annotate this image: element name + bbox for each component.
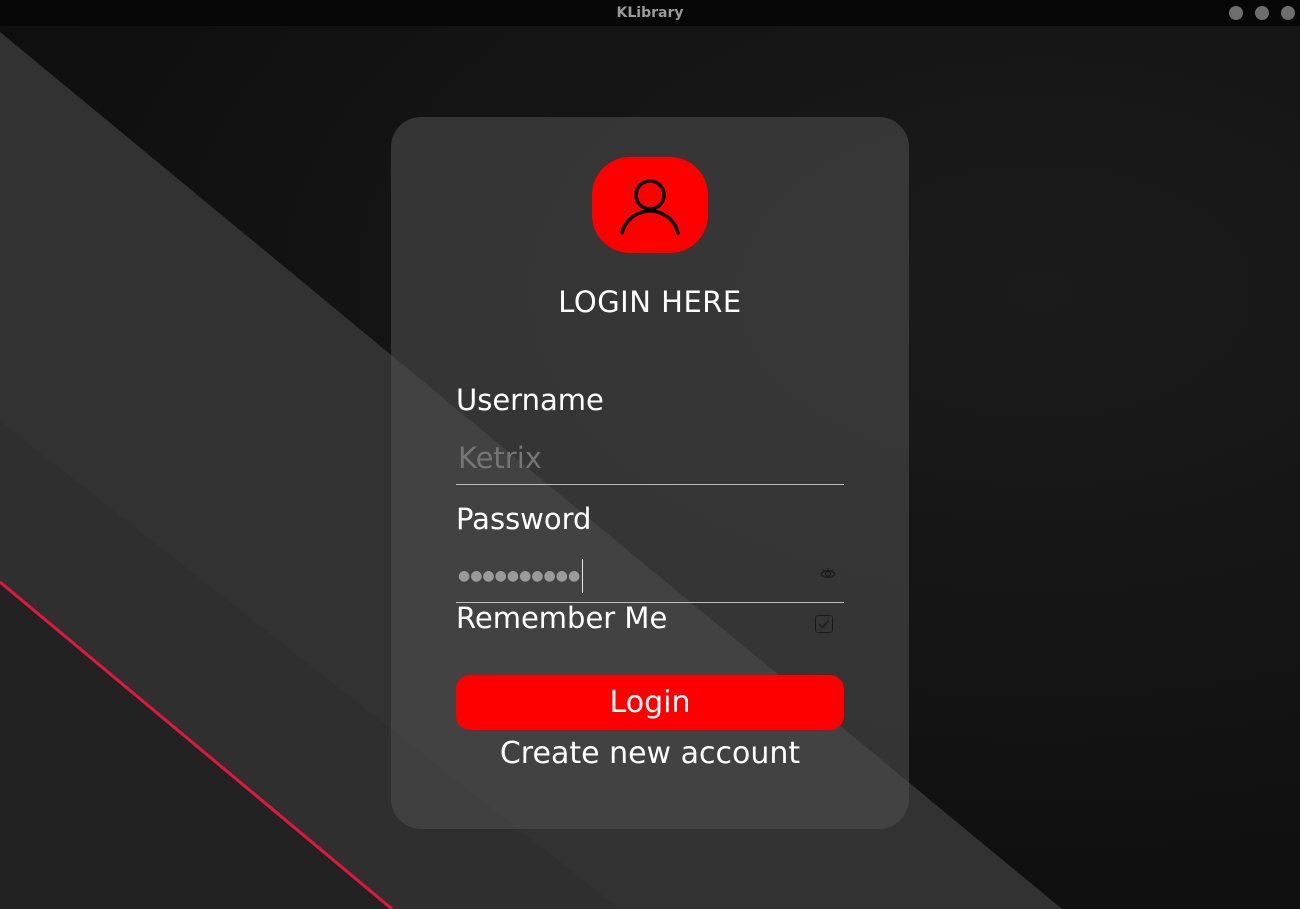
login-button[interactable]: Login: [456, 675, 844, 730]
show-password-toggle[interactable]: [818, 566, 838, 582]
title-bar: KLibrary: [0, 0, 1300, 26]
login-card: LOGIN HERE Username Password ●●●●●●●●●●: [391, 117, 909, 829]
password-field-container: ●●●●●●●●●●: [456, 547, 844, 603]
password-input[interactable]: ●●●●●●●●●●: [458, 559, 584, 593]
avatar: [592, 157, 708, 253]
maximize-button[interactable]: [1255, 6, 1269, 20]
app-window: KLibrary LOGIN HERE Username Password: [0, 0, 1300, 909]
login-heading: LOGIN HERE: [558, 285, 742, 319]
checkmark-icon: [818, 619, 830, 629]
text-caret: [582, 559, 584, 593]
minimize-button[interactable]: [1229, 6, 1243, 20]
window-title: KLibrary: [616, 5, 684, 21]
user-icon: [620, 179, 680, 235]
remember-me-checkbox[interactable]: [815, 615, 833, 633]
password-label: Password: [456, 502, 592, 536]
close-button[interactable]: [1281, 6, 1295, 20]
username-field-container: [456, 427, 844, 485]
username-label: Username: [456, 383, 604, 417]
username-input[interactable]: [456, 427, 796, 484]
eye-icon: [820, 568, 836, 578]
create-account-link[interactable]: Create new account: [391, 736, 909, 771]
password-mask-dots: ●●●●●●●●●●: [458, 568, 581, 584]
remember-me-label: Remember Me: [456, 601, 668, 635]
